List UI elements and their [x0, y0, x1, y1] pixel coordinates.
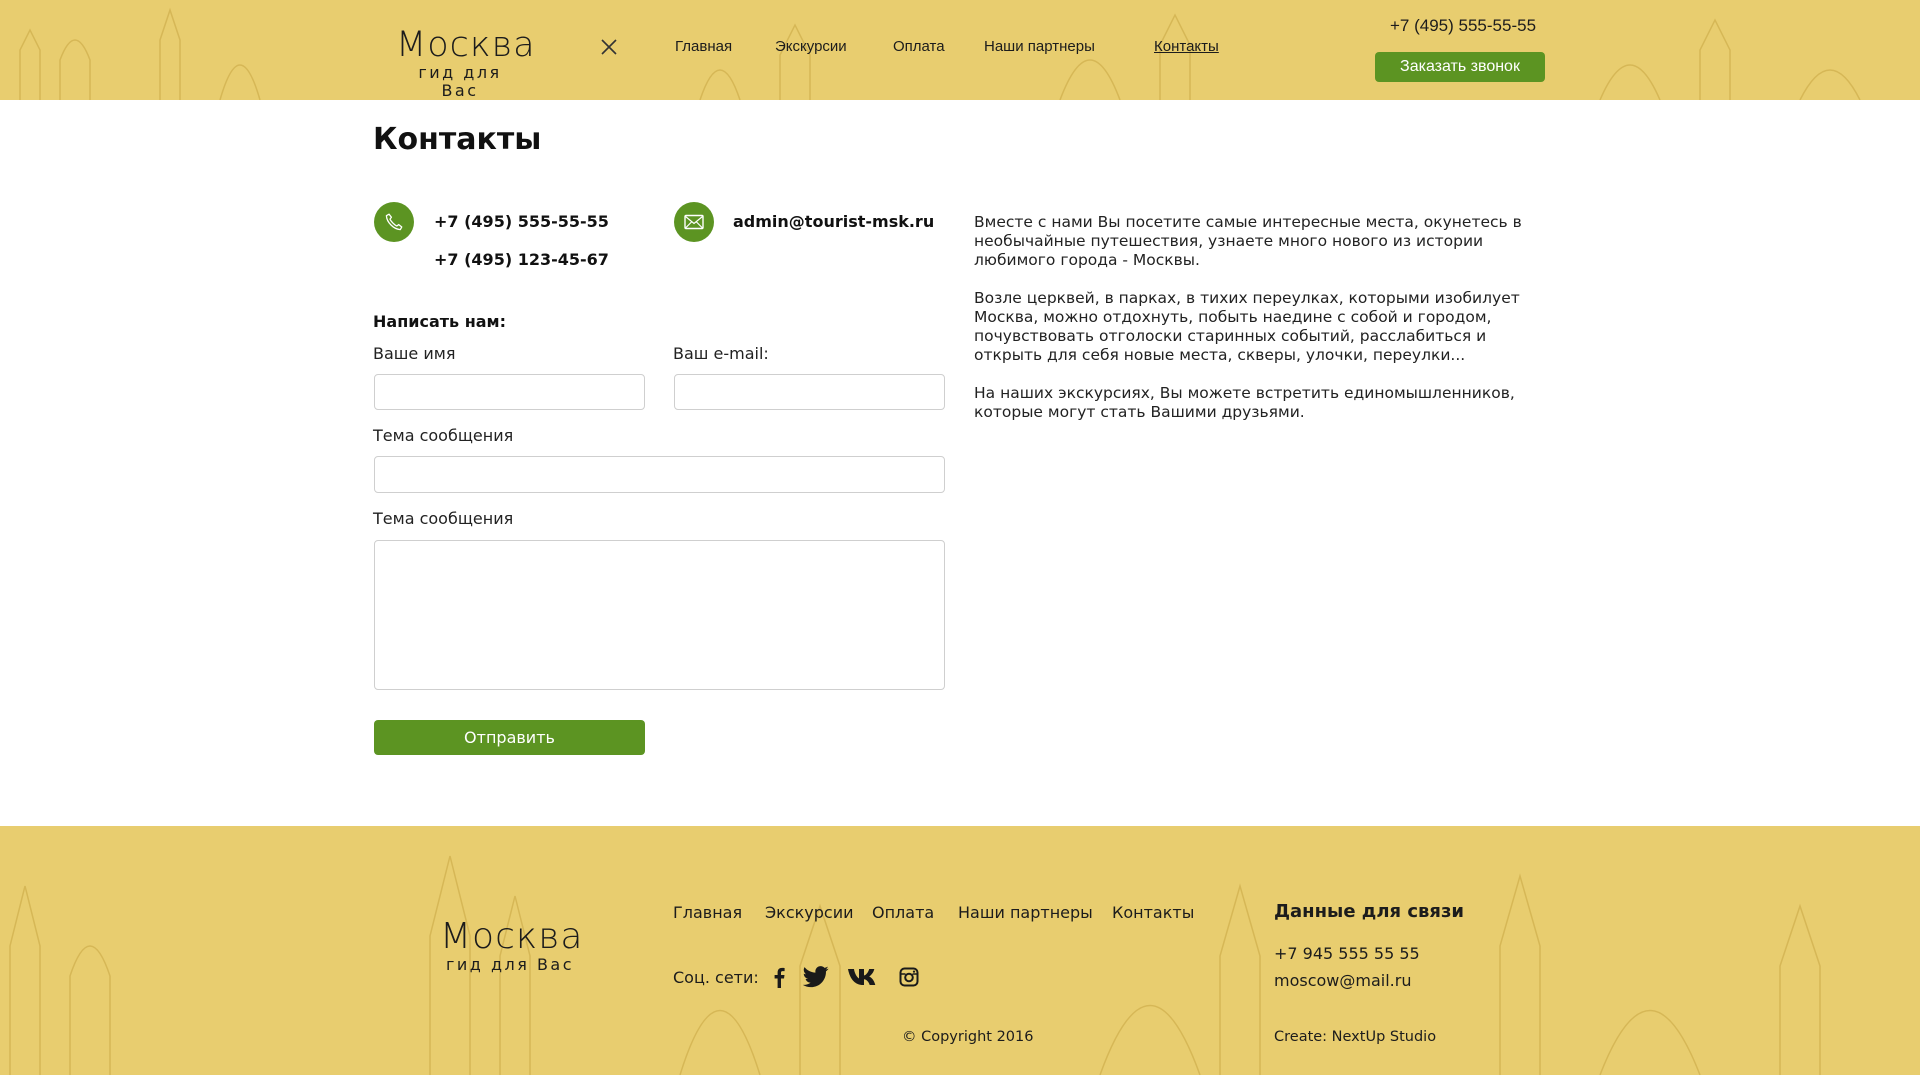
contact-email[interactable]: admin@tourist-msk.ru [733, 212, 934, 231]
nav-item-contacts[interactable]: Контакты [1154, 38, 1219, 55]
vk-icon[interactable] [846, 964, 882, 990]
about-paragraph: Вместе с нами Вы посетите самые интересн… [974, 213, 1522, 269]
footer-logo-city: Москва [440, 916, 584, 957]
nav-item-excursions[interactable]: Экскурсии [775, 38, 847, 55]
footer-nav-contacts[interactable]: Контакты [1112, 903, 1194, 922]
close-icon[interactable] [600, 38, 618, 56]
nav-item-partners[interactable]: Наши партнеры [984, 38, 1095, 55]
footer-logo-subtitle: гид для Вас [445, 955, 575, 974]
facebook-icon[interactable] [770, 964, 788, 990]
instagram-icon[interactable] [898, 964, 920, 990]
nav-item-payment[interactable]: Оплата [893, 38, 945, 55]
page-title: Контакты [373, 122, 542, 157]
form-heading: Написать нам: [373, 312, 507, 331]
site-logo[interactable]: Москва гид для Вас [396, 25, 536, 100]
footer-nav-excursions[interactable]: Экскурсии [765, 903, 854, 922]
footer-contact-heading: Данные для связи [1274, 901, 1465, 922]
email-label: Ваш e-mail: [673, 344, 769, 363]
footer-nav-partners[interactable]: Наши партнеры [958, 903, 1093, 922]
footer-nav-payment[interactable]: Оплата [872, 903, 934, 922]
header-sketch-pattern [19, 7, 1861, 100]
footer-contact-phone[interactable]: +7 945 555 55 55 [1274, 944, 1420, 963]
contact-phone-2[interactable]: +7 (495) 123-45-67 [434, 250, 609, 269]
message-label: Тема сообщения [373, 509, 514, 528]
nav-item-home[interactable]: Главная [675, 38, 732, 55]
footer-contact-email[interactable]: moscow@mail.ru [1274, 971, 1411, 990]
phone-icon [374, 202, 414, 242]
social-label: Соц. сети: [673, 968, 759, 987]
site-header: Москва гид для Вас Главная Экскурсии Опл… [0, 0, 1920, 100]
about-text: Вместе с нами Вы посетите самые интересн… [974, 213, 1554, 441]
about-paragraph: На наших экскурсиях, Вы можете встретить… [974, 384, 1515, 421]
logo-city: Москва [396, 25, 536, 65]
mail-icon [674, 202, 714, 242]
site-footer: Москва гид для Вас Главная Экскурсии Опл… [0, 826, 1920, 1075]
copyright: © Copyright 2016 [902, 1029, 1034, 1045]
name-field[interactable] [374, 374, 645, 410]
name-label: Ваше имя [373, 344, 456, 363]
callback-button[interactable]: Заказать звонок [1375, 52, 1545, 82]
subject-field[interactable] [374, 456, 945, 493]
subject-label: Тема сообщения [373, 426, 514, 445]
message-field[interactable] [374, 540, 945, 690]
contact-phone-1[interactable]: +7 (495) 555-55-55 [434, 212, 609, 231]
header-phone[interactable]: +7 (495) 555-55-55 [1390, 16, 1536, 36]
email-field[interactable] [674, 374, 945, 410]
studio-credit: Create: NextUp Studio [1274, 1029, 1437, 1045]
logo-subtitle: гид для Вас [418, 63, 502, 100]
twitter-icon[interactable] [802, 964, 830, 990]
submit-button[interactable]: Отправить [374, 720, 645, 755]
footer-nav-home[interactable]: Главная [673, 903, 742, 922]
footer-logo[interactable]: Москва гид для Вас [440, 916, 584, 974]
about-paragraph: Возле церквей, в парках, в тихих переулк… [974, 289, 1520, 364]
